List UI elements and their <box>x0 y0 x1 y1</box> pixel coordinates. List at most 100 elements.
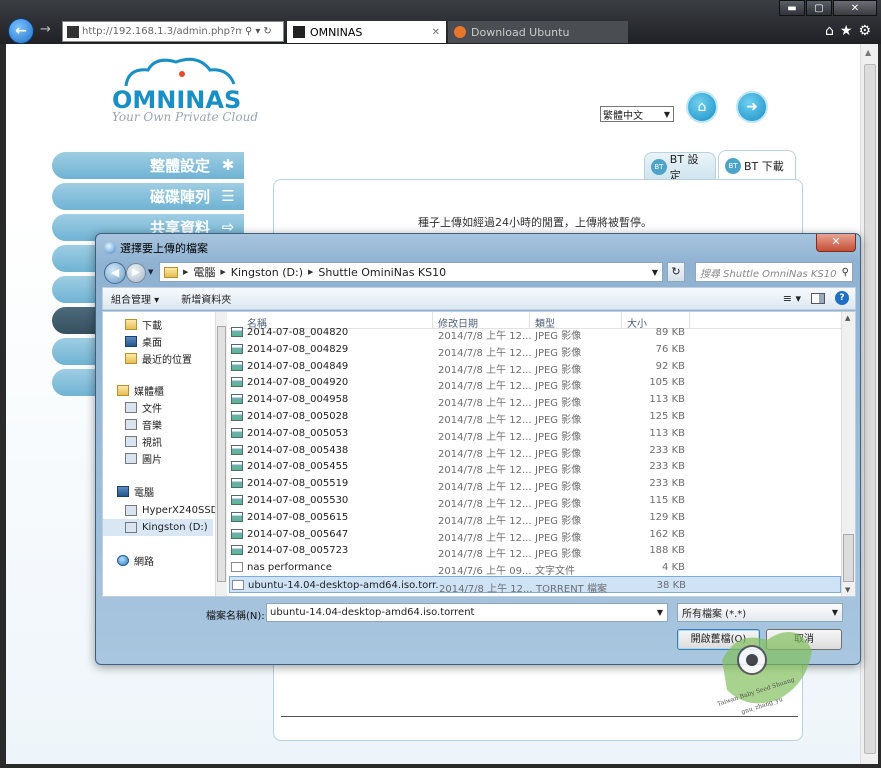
file-row[interactable]: ubuntu-14.04-desktop-amd64.iso.torr... 20… <box>229 576 841 595</box>
page-scrollbar[interactable]: ▲ <box>860 44 878 764</box>
file-row[interactable]: 2014-07-08_004958 2014/7/8 上午 12... JPEG 影… <box>229 391 841 410</box>
refresh-button[interactable]: ↻ <box>667 262 685 282</box>
nav-item-label: 電腦 <box>134 488 154 499</box>
file-size: 105 KB <box>649 377 685 389</box>
folder-search-input[interactable]: 搜尋 Shuttle OmniNas KS10 ⚲ <box>695 262 853 282</box>
drive-icon <box>125 522 137 533</box>
star-icon[interactable]: ★ <box>840 23 853 39</box>
file-row[interactable]: 2014-07-08_005028 2014/7/8 上午 12... JPEG 影… <box>229 408 841 426</box>
minimize-button[interactable]: ▬ <box>779 0 805 16</box>
file-date: 2014/7/8 上午 12... <box>438 364 532 376</box>
close-dialog-button[interactable]: ✕ <box>816 234 856 252</box>
nav-item[interactable]: 媒體櫃 <box>103 382 164 399</box>
scroll-up-icon[interactable]: ▲ <box>845 314 850 322</box>
file-row[interactable]: nas performance 2014/7/6 上午 09... 文字文件 4 KB <box>229 559 841 578</box>
close-window-button[interactable]: ✕ <box>833 0 877 16</box>
menu-item-system-settings[interactable]: 整體設定 ✱ <box>52 152 244 179</box>
address-text[interactable]: http://192.168.1.3/admin.php?me <box>82 26 242 37</box>
nav-item[interactable]: Kingston (D:) <box>103 519 213 536</box>
menu-item-raid[interactable]: 磁碟陣列 ☰ <box>52 183 244 210</box>
file-list-scrollbar[interactable]: ▲ ▼ <box>841 312 855 596</box>
file-type: 文字文件 <box>535 566 575 578</box>
tab-bt-settings[interactable]: BT BT 設定 <box>644 152 716 182</box>
file-row[interactable]: 2014-07-08_005530 2014/7/8 上午 12... JPEG 影… <box>229 492 841 510</box>
maximize-button[interactable]: ▢ <box>806 0 832 16</box>
view-options-icon[interactable]: ≡ ▾ <box>783 292 801 305</box>
language-select[interactable]: 繁體中文 ▼ <box>600 106 674 122</box>
file-size: 38 KB <box>656 580 686 591</box>
filename-input[interactable]: ubuntu-14.04-desktop-amd64.iso.torrent ▼ <box>266 603 668 622</box>
chevron-right-icon: ▶ <box>308 268 314 276</box>
tab-label: OMNINAS <box>310 25 363 39</box>
file-row[interactable]: 2014-07-08_005438 2014/7/8 上午 12... JPEG 影… <box>229 442 841 460</box>
dropdown-icon[interactable]: ▾ <box>255 26 260 37</box>
breadcrumb-computer[interactable]: 電腦 <box>193 264 215 280</box>
menu-item-label: 整體設定 <box>149 157 210 175</box>
breadcrumb-drive[interactable]: Kingston (D:) <box>231 266 303 279</box>
file-name: 2014-07-08_004920 <box>247 377 349 389</box>
file-size: 125 KB <box>649 411 685 422</box>
window-controls: ▬ ▢ ✕ <box>779 0 877 16</box>
new-folder-button[interactable]: 新增資料夾 <box>181 291 231 306</box>
scroll-up-icon[interactable]: ▲ <box>865 48 871 57</box>
scrollbar-thumb[interactable] <box>864 64 876 754</box>
chevron-down-icon[interactable]: ▼ <box>148 268 153 276</box>
preview-pane-icon[interactable] <box>811 292 825 304</box>
nav-item[interactable]: 圖片 <box>103 450 162 467</box>
breadcrumb[interactable]: ▶ 電腦 ▶ Kingston (D:) ▶ Shuttle OminiNas … <box>159 262 663 282</box>
file-size: 129 KB <box>649 511 685 523</box>
image-file-icon <box>231 461 243 472</box>
logout-button[interactable]: ➜ <box>736 91 768 123</box>
chevron-down-icon[interactable]: ▼ <box>648 268 662 277</box>
tab-bt-download[interactable]: BT BT 下載 <box>718 150 796 180</box>
nav-scrollbar[interactable] <box>215 312 227 596</box>
file-row[interactable]: 2014-07-08_004820 2014/7/8 上午 12... JPEG 影… <box>229 324 841 342</box>
home-button[interactable]: ⌂ <box>686 91 718 123</box>
nav-item[interactable]: 桌面 <box>103 333 162 350</box>
nav-item[interactable]: 音樂 <box>103 416 162 433</box>
gear-icon[interactable]: ⚙ <box>858 23 871 39</box>
nav-item[interactable]: 網路 <box>103 552 154 569</box>
nav-item[interactable]: 文件 <box>103 399 162 416</box>
scrollbar-thumb[interactable] <box>217 326 226 582</box>
dialog-toolbar: 組合管理 ▾ 新增資料夾 ≡ ▾ ? <box>102 287 856 310</box>
scroll-down-icon[interactable]: ▼ <box>845 586 850 594</box>
organize-button[interactable]: 組合管理 ▾ <box>111 291 159 306</box>
home-icon[interactable]: ⌂ <box>825 23 834 39</box>
nav-item[interactable]: 下載 <box>103 316 162 333</box>
refresh-icon[interactable]: ↻ <box>263 26 271 37</box>
chevron-down-icon[interactable]: ▼ <box>653 608 667 617</box>
file-row[interactable]: 2014-07-08_005053 2014/7/8 上午 12... JPEG 影… <box>229 425 841 443</box>
close-tab-icon[interactable]: ✕ <box>432 27 440 38</box>
file-row[interactable]: 2014-07-08_004849 2014/7/8 上午 12... JPEG 影… <box>229 358 841 376</box>
tab-download-ubuntu[interactable]: Download Ubuntu <box>448 21 628 43</box>
dialog-back-button[interactable]: ◀ <box>104 262 126 284</box>
forward-button[interactable]: → <box>40 22 51 37</box>
nav-item[interactable]: 電腦 <box>103 483 154 500</box>
address-bar[interactable]: http://192.168.1.3/admin.php?me ⚲ ▾ ↻ <box>62 21 284 42</box>
help-icon[interactable]: ? <box>835 291 849 305</box>
nav-item[interactable]: 最近的位置 <box>103 350 192 367</box>
file-row[interactable]: 2014-07-08_005455 2014/7/8 上午 12... JPEG 影… <box>229 458 841 476</box>
file-date: 2014/7/8 上午 12... <box>438 398 532 410</box>
file-row[interactable]: 2014-07-08_004829 2014/7/8 上午 12... JPEG 影… <box>229 341 841 359</box>
search-icon[interactable]: ⚲ <box>245 26 252 37</box>
scrollbar-thumb[interactable] <box>843 534 854 582</box>
nav-item[interactable]: 視訊 <box>103 433 162 450</box>
folder-icon <box>164 266 178 278</box>
file-row[interactable]: 2014-07-08_005723 2014/7/8 上午 12... JPEG 影… <box>229 542 841 560</box>
dialog-forward-button[interactable]: ▶ <box>126 263 146 283</box>
back-button[interactable]: ← <box>8 18 34 44</box>
file-row[interactable]: 2014-07-08_005519 2014/7/8 上午 12... JPEG 影… <box>229 475 841 493</box>
breadcrumb-folder[interactable]: Shuttle OminiNas KS10 <box>318 266 446 279</box>
file-row[interactable]: 2014-07-08_005647 2014/7/8 上午 12... JPEG 影… <box>229 526 841 544</box>
file-name: 2014-07-08_004849 <box>247 360 349 372</box>
search-icon[interactable]: ⚲ <box>842 267 849 278</box>
image-file-icon <box>231 545 243 556</box>
file-row[interactable]: 2014-07-08_004920 2014/7/8 上午 12... JPEG 影… <box>229 374 841 392</box>
recent-places-icon <box>125 353 137 364</box>
file-row[interactable]: 2014-07-08_005615 2014/7/8 上午 12... JPEG 影… <box>229 509 841 527</box>
tab-omninas[interactable]: OMNINAS ✕ <box>287 21 446 43</box>
file-size: 233 KB <box>649 461 685 473</box>
nav-item[interactable]: HyperX240SSD <box>103 502 218 519</box>
